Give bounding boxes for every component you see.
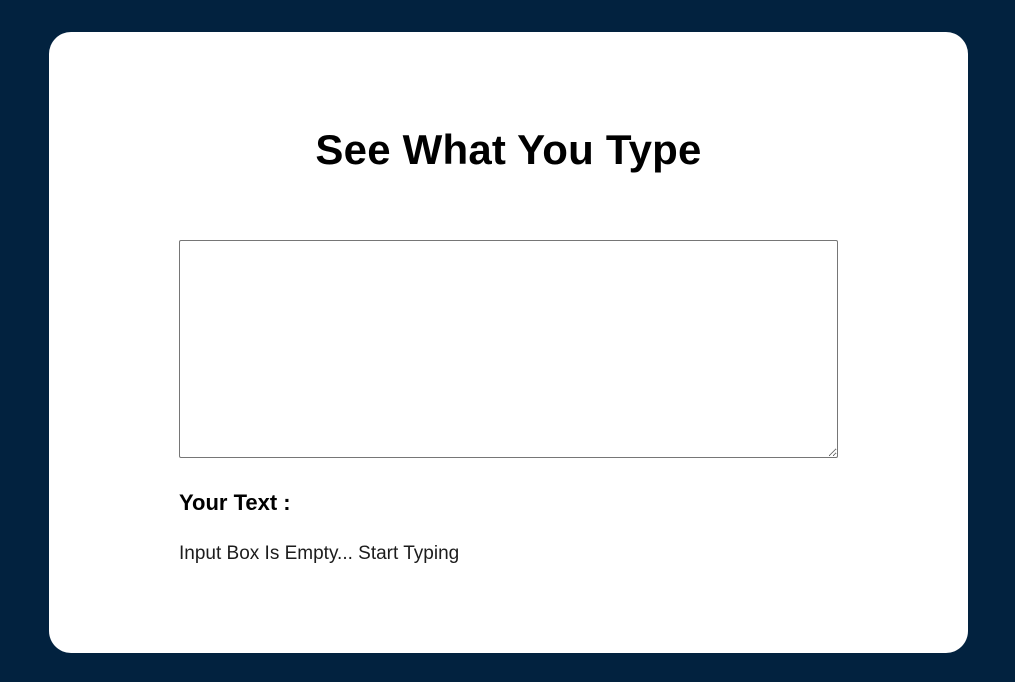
main-card: See What You Type Your Text : Input Box … — [49, 32, 968, 653]
text-input[interactable] — [179, 240, 838, 458]
your-text-label: Your Text : — [179, 490, 291, 515]
output-text: Input Box Is Empty... Start Typing — [179, 543, 460, 564]
page-title: See What You Type — [315, 126, 702, 173]
